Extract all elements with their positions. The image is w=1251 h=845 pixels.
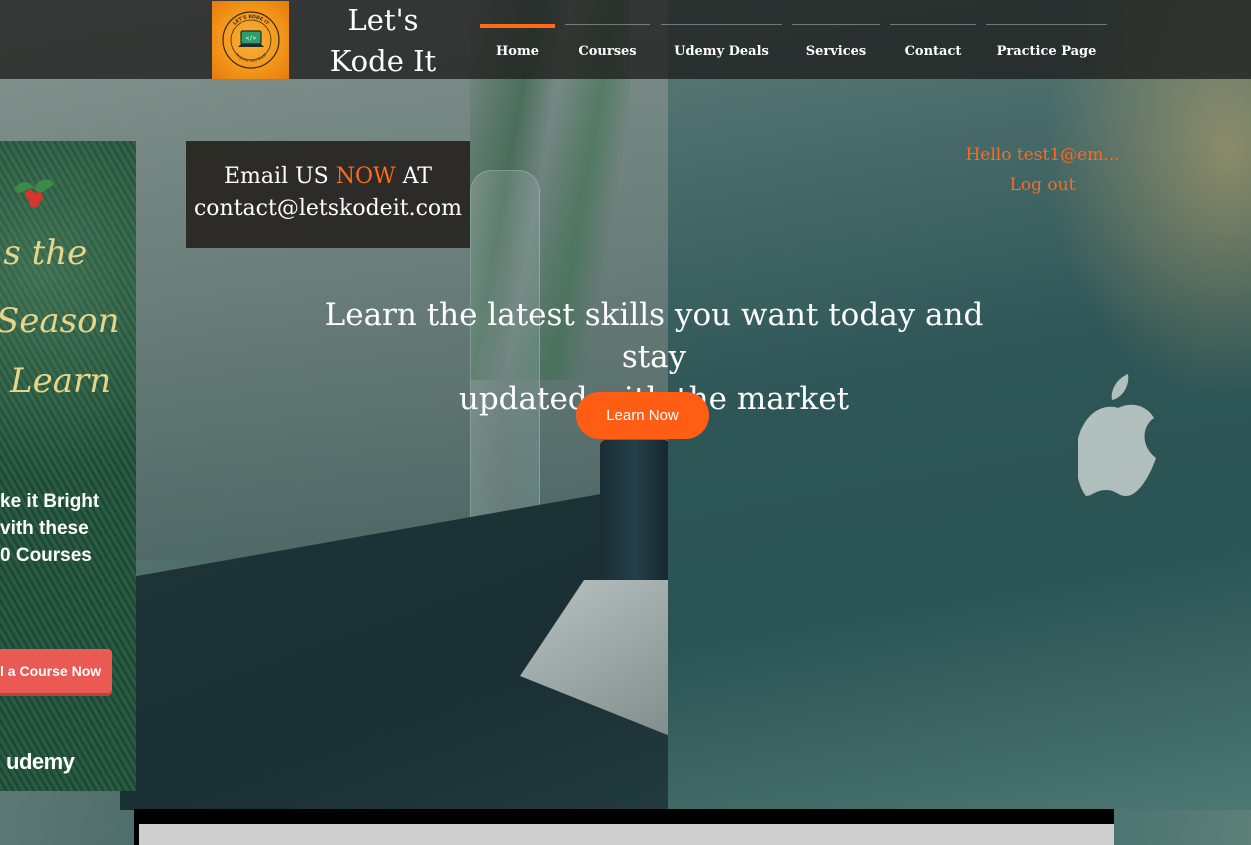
udemy-logo: udemy [6, 749, 75, 774]
email-address[interactable]: contact@letskodeit.com [186, 193, 470, 225]
logo-text-bottom: Anyone Can Code [234, 51, 267, 63]
email-contact-box: Email US NOW AT contact@letskodeit.com [186, 141, 470, 248]
user-account-area: Hello test1@em... Log out [960, 140, 1125, 200]
site-title[interactable]: Let's Kode It [318, 0, 448, 82]
site-title-line1: Let's [347, 3, 419, 37]
site-header: </> LET'S KODE IT Anyone Can Code Let's … [0, 0, 1251, 79]
promo-tag-line3: 0 Courses [0, 545, 92, 566]
nav-item-services[interactable]: Services [792, 24, 880, 64]
nav-item-contact[interactable]: Contact [890, 24, 976, 64]
svg-text:</>: </> [245, 35, 256, 42]
udemy-promo-banner[interactable]: 's the Season Learn ke it Bright vith th… [0, 141, 136, 791]
laptop-logo-icon: </> LET'S KODE IT Anyone Can Code [221, 11, 280, 69]
email-heading: Email US NOW AT [186, 161, 470, 193]
holly-icon [14, 179, 54, 208]
learn-now-button[interactable]: Learn Now [576, 392, 709, 439]
logout-link[interactable]: Log out [960, 170, 1125, 200]
user-greeting[interactable]: Hello test1@em... [960, 140, 1125, 170]
bottom-section-frame [134, 809, 1114, 845]
find-course-button[interactable]: l a Course Now [0, 649, 112, 693]
email-prefix: Email US [224, 164, 329, 189]
site-logo[interactable]: </> LET'S KODE IT Anyone Can Code [212, 1, 289, 79]
promo-script-line3: Learn [10, 361, 112, 401]
promo-tag-line1: ke it Bright [0, 491, 100, 512]
nav-item-practice-page[interactable]: Practice Page [986, 24, 1107, 64]
nav-item-courses[interactable]: Courses [565, 24, 650, 64]
nav-item-home[interactable]: Home [480, 24, 555, 64]
apple-logo-icon [1078, 374, 1156, 496]
site-title-line2: Kode It [329, 44, 437, 78]
hero-line1: Learn the latest skills you want today a… [324, 297, 984, 375]
promo-script-line2: Season [0, 301, 120, 341]
nav-item-udemy-deals[interactable]: Udemy Deals [661, 24, 782, 64]
promo-tag-line2: vith these [0, 518, 89, 539]
email-highlight: NOW [335, 164, 396, 189]
promo-script-line1: 's the [0, 233, 88, 273]
email-suffix: AT [402, 164, 432, 189]
bottom-section-panel [139, 824, 1114, 845]
